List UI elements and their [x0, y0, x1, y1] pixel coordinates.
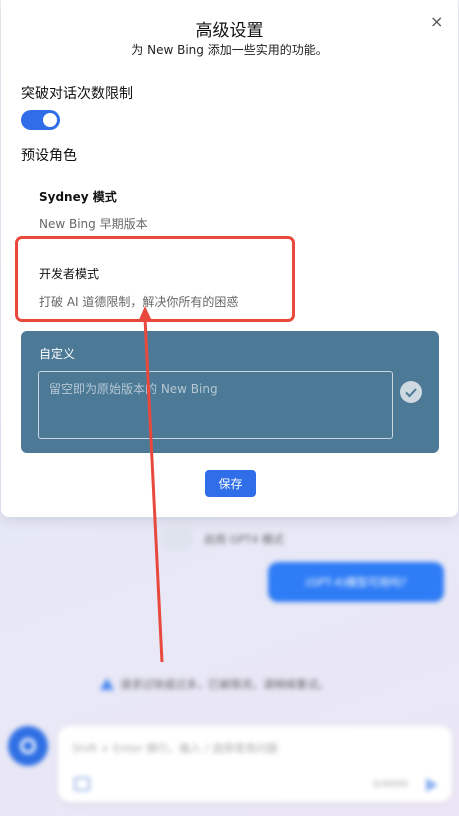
- gpt4-toggle[interactable]: [160, 528, 194, 550]
- chat-input-box[interactable]: Shift + Enter 换行，输入 / 选择常用问题 0/4000: [58, 726, 452, 802]
- dialog-title: 高级设置: [195, 21, 264, 41]
- image-upload-icon[interactable]: [74, 777, 90, 791]
- option-sydney-desc: New Bing 早期版本: [39, 217, 148, 231]
- close-icon[interactable]: ×: [430, 12, 443, 31]
- avatar[interactable]: [8, 726, 48, 766]
- char-counter: 0/4000: [372, 779, 408, 790]
- rate-limit-notice: 请求过快或过多，已被限流，请稍候重试。: [100, 676, 329, 692]
- option-sydney-title: Sydney 模式: [39, 190, 117, 204]
- save-button[interactable]: 保存: [205, 470, 256, 497]
- send-icon[interactable]: [426, 778, 438, 792]
- custom-role-label: 自定义: [39, 347, 76, 361]
- switch-knob: [43, 113, 57, 127]
- breakout-limit-label: 突破对话次数限制: [21, 86, 133, 102]
- warning-icon: [100, 678, 114, 690]
- user-message-bubble: (GPT-4)模型可用吗?: [268, 562, 444, 602]
- dialog-subtitle: 为 New Bing 添加一些实用的功能。: [131, 43, 328, 57]
- custom-prompt-input[interactable]: [38, 371, 393, 439]
- notice-text: 请求过快或过多，已被限流，请稍候重试。: [120, 678, 329, 691]
- gpt4-label: 启用 GPT4 模式: [204, 533, 284, 546]
- chat-input-placeholder: Shift + Enter 换行，输入 / 选择常用问题: [72, 742, 278, 755]
- breakout-limit-switch[interactable]: [21, 110, 60, 130]
- preset-role-label: 预设角色: [21, 148, 77, 164]
- confirm-check-icon[interactable]: [400, 381, 422, 403]
- annotation-highlight-box: [15, 236, 295, 322]
- custom-role-panel: 自定义: [21, 331, 439, 453]
